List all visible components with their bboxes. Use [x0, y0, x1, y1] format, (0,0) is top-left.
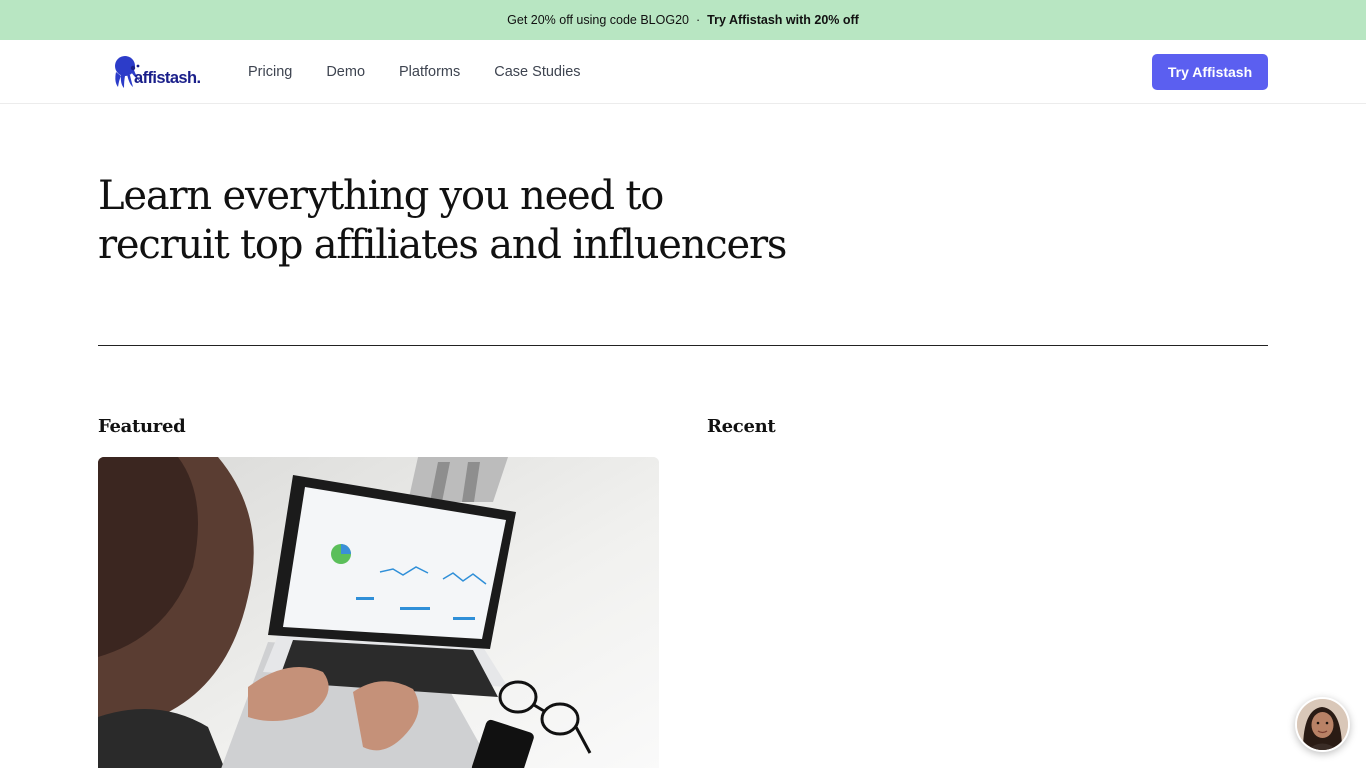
- nav-link-demo[interactable]: Demo: [326, 64, 365, 80]
- promo-text: Get 20% off using code BLOG20: [507, 13, 689, 27]
- promo-banner: Get 20% off using code BLOG20 · Try Affi…: [0, 0, 1366, 40]
- promo-link[interactable]: Try Affistash with 20% off: [707, 13, 859, 27]
- nav-link-case-studies[interactable]: Case Studies: [494, 64, 580, 80]
- divider: [98, 345, 1268, 346]
- support-avatar-icon: [1297, 699, 1348, 750]
- nav-link-platforms[interactable]: Platforms: [399, 64, 460, 80]
- logo-wordmark: affistash.: [134, 69, 201, 87]
- navbar: affistash. Pricing Demo Platforms Case S…: [0, 40, 1366, 104]
- promo-separator: ·: [696, 13, 701, 27]
- page-title: Learn everything you need to recruit top…: [98, 172, 858, 270]
- page-title-line-1: Learn everything you need to: [98, 173, 664, 219]
- featured-article-image[interactable]: [98, 457, 659, 768]
- recent-heading: Recent: [707, 416, 776, 437]
- laptop-photo-illustration: [98, 457, 659, 768]
- main-navigation: Pricing Demo Platforms Case Studies: [248, 64, 615, 80]
- featured-heading: Featured: [98, 416, 186, 437]
- nav-link-pricing[interactable]: Pricing: [248, 64, 292, 80]
- logo[interactable]: affistash.: [112, 54, 212, 90]
- chat-support-avatar[interactable]: [1295, 697, 1350, 752]
- try-affistash-button[interactable]: Try Affistash: [1152, 54, 1268, 90]
- page-title-line-2: recruit top affiliates and influencers: [98, 222, 787, 268]
